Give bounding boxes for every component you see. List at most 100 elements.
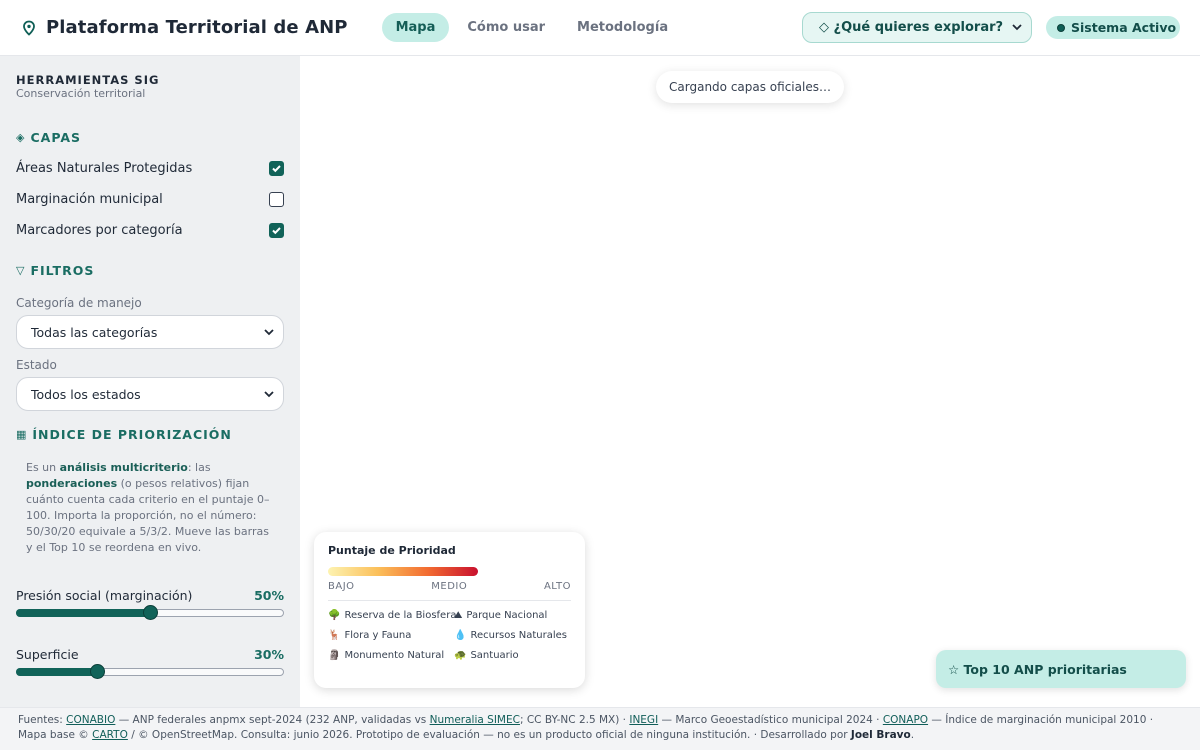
slider-handle[interactable] xyxy=(143,605,158,620)
legend-item: ⛰ Parque Nacional xyxy=(454,610,574,621)
deer-icon: 🦌 xyxy=(328,630,341,641)
explain-text: : las xyxy=(187,461,211,474)
footer-text: ; CC BY-NC 2.5 MX) · xyxy=(519,714,630,726)
legend-item: 🗿 Monumento Natural xyxy=(328,650,454,661)
map-canvas[interactable]: Cargando capas oficiales… Puntaje de Pri… xyxy=(300,56,1200,707)
footer-text: / © OpenStreetMap. Consulta: junio 2026.… xyxy=(127,729,851,741)
tab-mapa[interactable]: Mapa xyxy=(381,13,450,42)
layer-checkbox[interactable] xyxy=(269,161,284,176)
state-select-value: Todos los estados xyxy=(31,386,141,402)
footer-credits: Fuentes: CONABIO — ANP federales anpmx s… xyxy=(0,707,1200,750)
footer-text: — ANP federales anpmx sept-2024 (232 ANP… xyxy=(115,714,430,726)
status-dot-icon xyxy=(1057,23,1065,32)
legend-divider xyxy=(328,600,571,601)
slider-fill xyxy=(16,609,149,617)
explain-bold: análisis multicriterio xyxy=(59,461,188,474)
category-filter-label: Categoría de manejo xyxy=(16,296,142,310)
category-select-value: Todas las categorías xyxy=(31,324,158,340)
scale-low: BAJO xyxy=(328,581,355,592)
layer-label: Marcadores por categoría xyxy=(16,223,183,238)
slider-superficie[interactable] xyxy=(16,664,284,679)
gradient-labels: BAJO MEDIO ALTO xyxy=(328,581,571,592)
legend-item-label: Monumento Natural xyxy=(344,650,445,661)
mountain-icon: ⛰ xyxy=(454,610,463,621)
map-legend: Puntaje de Prioridad BAJO MEDIO ALTO 🌳 Re… xyxy=(314,532,585,688)
turtle-icon: 🐢 xyxy=(454,650,467,661)
scale-high: ALTO xyxy=(543,581,571,592)
index-heading-label: ÍNDICE DE PRIORIZACIÓN xyxy=(32,427,232,442)
top-header: Plataforma Territorial de ANP Mapa Cómo … xyxy=(0,0,1200,56)
category-select[interactable]: Todas las categorías xyxy=(16,315,284,349)
slider-value: 30% xyxy=(254,647,284,662)
slider-fill xyxy=(16,668,96,676)
legend-item-label: Reserva de la Biosfera xyxy=(344,610,457,621)
moai-icon: 🗿 xyxy=(328,650,341,661)
water-drop-icon: 💧 xyxy=(454,630,467,641)
footer-text: — Marco Geoestadístico municipal 2024 · xyxy=(658,714,883,726)
state-filter-label: Estado xyxy=(16,358,57,372)
checkmark-icon xyxy=(272,227,281,235)
layer-label: Áreas Naturales Protegidas xyxy=(16,161,193,176)
source-link-inegi[interactable]: INEGI xyxy=(629,714,658,726)
layer-checkbox[interactable] xyxy=(269,223,284,238)
author-name: Joel Bravo xyxy=(850,729,911,741)
legend-item-label: Flora y Fauna xyxy=(344,630,412,641)
slider-handle[interactable] xyxy=(89,664,105,679)
slider-label: Presión social (marginación) xyxy=(16,588,193,603)
layers-heading: ◈ CAPAS xyxy=(16,130,81,145)
checkmark-icon xyxy=(272,165,281,173)
tab-metodologia[interactable]: Metodología xyxy=(563,13,682,42)
layer-toggle-anp[interactable]: Áreas Naturales Protegidas xyxy=(16,161,284,176)
slider-value: 50% xyxy=(254,588,284,603)
filters-heading: ▽ FILTROS xyxy=(16,263,94,278)
app-title: Plataforma Territorial de ANP xyxy=(46,17,348,38)
legend-item-label: Parque Nacional xyxy=(466,610,548,621)
layer-toggle-marginacion[interactable]: Marginación municipal xyxy=(16,192,284,207)
legend-item: 🌳 Reserva de la Biosfera xyxy=(328,610,457,621)
tab-como-usar[interactable]: Cómo usar xyxy=(453,13,559,42)
chevron-down-icon xyxy=(263,326,275,341)
explain-bold: ponderaciones xyxy=(26,477,118,490)
explore-label: ◇ ¿Qué quieres explorar? xyxy=(819,20,1004,35)
category-legend: 🌳 Reserva de la Biosfera ⛰ Parque Nacional… xyxy=(328,610,571,661)
tree-icon: 🌳 xyxy=(328,610,341,621)
sidebar-subtitle: Conservación territorial xyxy=(16,87,146,100)
sidebar: HERRAMIENTAS SIG Conservación territoria… xyxy=(0,56,300,707)
layer-checkbox[interactable] xyxy=(269,192,284,207)
source-link-carto[interactable]: CARTO xyxy=(92,729,128,741)
chevron-down-icon xyxy=(1011,21,1023,37)
loading-toast: Cargando capas oficiales… xyxy=(656,71,844,103)
layer-toggle-marcadores[interactable]: Marcadores por categoría xyxy=(16,223,284,238)
top10-button[interactable]: ☆ Top 10 ANP prioritarias xyxy=(936,650,1186,688)
legend-item-label: Santuario xyxy=(470,650,519,661)
slider-header-presion: Presión social (marginación) 50% xyxy=(16,588,284,603)
source-link-conabio[interactable]: CONABIO xyxy=(66,714,115,726)
sidebar-title: HERRAMIENTAS SIG xyxy=(16,73,160,87)
location-pin-icon xyxy=(20,19,38,37)
explain-text: Es un xyxy=(26,461,60,474)
index-heading: ▦ ÍNDICE DE PRIORIZACIÓN xyxy=(16,427,232,442)
legend-item: 🐢 Santuario xyxy=(454,650,574,661)
source-link-simec[interactable]: Numeralia SIMEC xyxy=(430,714,520,726)
legend-item-label: Recursos Naturales xyxy=(470,630,568,641)
explore-select[interactable]: ◇ ¿Qué quieres explorar? xyxy=(802,12,1032,43)
footer-text: . xyxy=(910,729,915,741)
index-explanation: Es un análisis multicriterio: las ponder… xyxy=(26,460,278,556)
brand[interactable]: Plataforma Territorial de ANP xyxy=(20,17,348,38)
legend-item: 💧 Recursos Naturales xyxy=(454,630,574,641)
filters-heading-label: FILTROS xyxy=(30,263,95,278)
source-link-conapo[interactable]: CONAPO xyxy=(883,714,928,726)
layers-diamond-icon: ◈ xyxy=(16,131,26,144)
grid-table-icon: ▦ xyxy=(16,428,28,441)
legend-title: Puntaje de Prioridad xyxy=(328,544,456,557)
slider-presion-social[interactable] xyxy=(16,605,284,620)
legend-item: 🦌 Flora y Fauna xyxy=(328,630,454,641)
chevron-down-icon xyxy=(263,388,275,403)
state-select[interactable]: Todos los estados xyxy=(16,377,284,411)
filter-funnel-icon: ▽ xyxy=(16,264,26,277)
footer-text: Fuentes: xyxy=(18,714,67,726)
slider-header-superficie: Superficie 30% xyxy=(16,647,284,662)
priority-gradient xyxy=(328,567,478,576)
layer-label: Marginación municipal xyxy=(16,192,163,207)
layers-heading-label: CAPAS xyxy=(30,130,82,145)
